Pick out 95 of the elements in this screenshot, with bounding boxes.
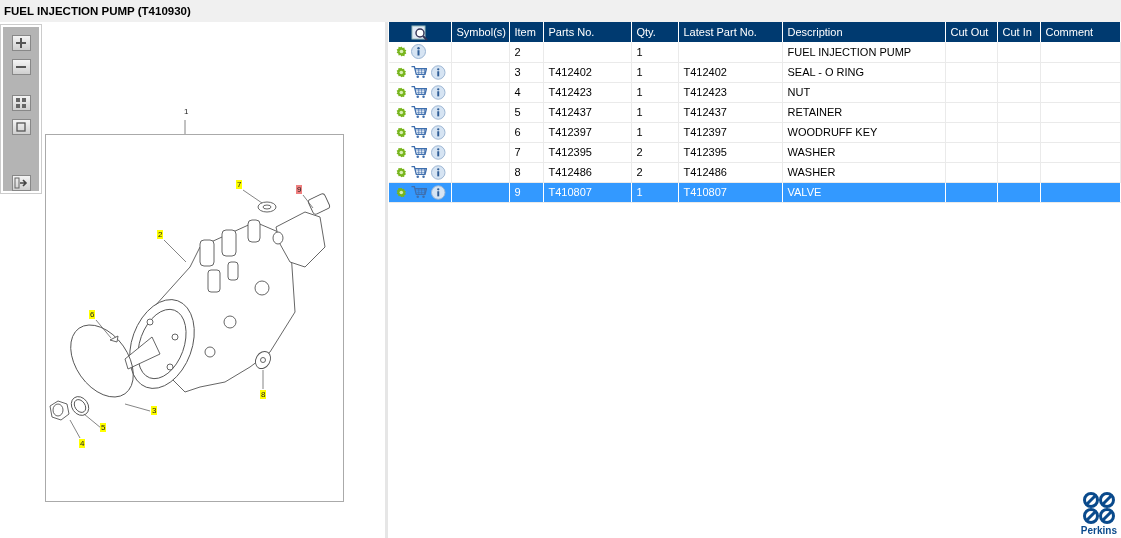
table-cell: 8	[509, 162, 543, 182]
table-cell: T412423	[678, 82, 782, 102]
zoom-out-button[interactable]	[11, 59, 31, 75]
info-icon[interactable]	[431, 164, 446, 180]
zoom-in-icon	[14, 36, 28, 50]
panel-arrow-icon	[14, 176, 28, 190]
info-icon[interactable]	[431, 104, 446, 120]
table-row[interactable]: 3 T412402 1 T412402 SEAL - O RING	[389, 62, 1121, 82]
table-cell: T412402	[543, 62, 631, 82]
table-cell: 2	[509, 42, 543, 62]
cart-icon[interactable]	[410, 165, 427, 179]
table-cell: WASHER	[782, 162, 945, 182]
column-header[interactable]: Cut In	[997, 22, 1040, 42]
column-header[interactable]: Comment	[1040, 22, 1121, 42]
table-row[interactable]: 7 T412395 2 T412395 WASHER	[389, 142, 1121, 162]
table-cell: WASHER	[782, 142, 945, 162]
column-header[interactable]: Symbol(s)	[451, 22, 509, 42]
cart-icon[interactable]	[410, 85, 427, 99]
table-cell: T412395	[678, 142, 782, 162]
leader-line	[69, 419, 81, 439]
info-icon[interactable]	[411, 44, 426, 60]
table-cell: 2	[631, 162, 678, 182]
info-icon[interactable]	[431, 84, 446, 100]
info-icon[interactable]	[431, 184, 446, 200]
table-cell: T412397	[678, 122, 782, 142]
callout-tag[interactable]: 9	[296, 185, 303, 194]
table-row[interactable]: 8 T412486 2 T412486 WASHER	[389, 162, 1121, 182]
grid-view-button[interactable]	[11, 94, 31, 111]
table-cell: T412423	[543, 82, 631, 102]
page-title: FUEL INJECTION PUMP (T410930)	[0, 0, 1121, 22]
info-icon[interactable]	[431, 64, 446, 80]
leader-line	[242, 189, 263, 204]
table-cell: 1	[631, 82, 678, 102]
cart-icon[interactable]	[410, 145, 427, 159]
square-icon	[14, 119, 28, 134]
table-cell: NUT	[782, 82, 945, 102]
table-cell: RETAINER	[782, 102, 945, 122]
callout-tag[interactable]: 2	[157, 230, 164, 239]
leader-line	[184, 119, 186, 135]
callout-number[interactable]: 1	[183, 107, 190, 116]
brand-name: Perkins	[1080, 525, 1117, 536]
column-header[interactable]: Qty.	[631, 22, 678, 42]
table-cell: 3	[509, 62, 543, 82]
table-cell: T412395	[543, 142, 631, 162]
square-button[interactable]	[11, 118, 31, 135]
zoom-in-button[interactable]	[11, 35, 31, 51]
cart-icon[interactable]	[410, 65, 427, 79]
leader-line	[163, 239, 187, 263]
table-cell: T412486	[543, 162, 631, 182]
table-cell: T412437	[678, 102, 782, 122]
grid-view-icon	[14, 95, 28, 110]
column-header[interactable]: Parts No.	[543, 22, 631, 42]
column-header[interactable]	[389, 22, 451, 42]
table-cell: 1	[631, 102, 678, 122]
table-cell: SEAL - O RING	[782, 62, 945, 82]
callout-tag[interactable]: 6	[89, 310, 96, 319]
table-row[interactable]: 2 1 FUEL INJECTION PUMP	[389, 42, 1121, 62]
table-cell: WOODRUFF KEY	[782, 122, 945, 142]
column-header[interactable]: Description	[782, 22, 945, 42]
table-cell: 4	[509, 82, 543, 102]
panel-arrow-button[interactable]	[11, 175, 31, 191]
cart-icon[interactable]	[410, 105, 427, 119]
callout-tag[interactable]: 3	[151, 406, 158, 415]
column-header[interactable]: Item	[509, 22, 543, 42]
table-cell: 1	[631, 122, 678, 142]
callout-tag[interactable]: 8	[260, 390, 267, 399]
column-header[interactable]: Cut Out	[945, 22, 997, 42]
table-cell: 7	[509, 142, 543, 162]
info-icon[interactable]	[431, 124, 446, 140]
search-icon	[410, 24, 429, 41]
leader-line	[124, 403, 151, 412]
table-row[interactable]: 5 T412437 1 T412437 RETAINER	[389, 102, 1121, 122]
table-cell: 1	[631, 62, 678, 82]
table-cell: FUEL INJECTION PUMP	[782, 42, 945, 62]
table-cell: 1	[631, 42, 678, 62]
logo-icon	[1080, 491, 1117, 525]
table-cell: T412437	[543, 102, 631, 122]
callout-tag[interactable]: 5	[100, 423, 107, 432]
callout-tag[interactable]: 7	[236, 180, 243, 189]
table-row[interactable]: 6 T412397 1 T412397 WOODRUFF KEY	[389, 122, 1121, 142]
callout-tag[interactable]: 4	[79, 439, 86, 448]
table-cell: 5	[509, 102, 543, 122]
leader-line	[83, 413, 102, 429]
column-header[interactable]: Latest Part No.	[678, 22, 782, 42]
table-cell: T412486	[678, 162, 782, 182]
leader-line	[262, 369, 264, 390]
info-icon[interactable]	[431, 144, 446, 160]
table-cell: T412397	[543, 122, 631, 142]
table-row[interactable]: 4 T412423 1 T412423 NUT	[389, 82, 1121, 102]
table-cell: 2	[631, 142, 678, 162]
leader-line	[302, 194, 314, 209]
table-cell: T412402	[678, 62, 782, 82]
leader-line	[95, 319, 112, 339]
cart-icon[interactable]	[410, 125, 427, 139]
table-cell: 6	[509, 122, 543, 142]
